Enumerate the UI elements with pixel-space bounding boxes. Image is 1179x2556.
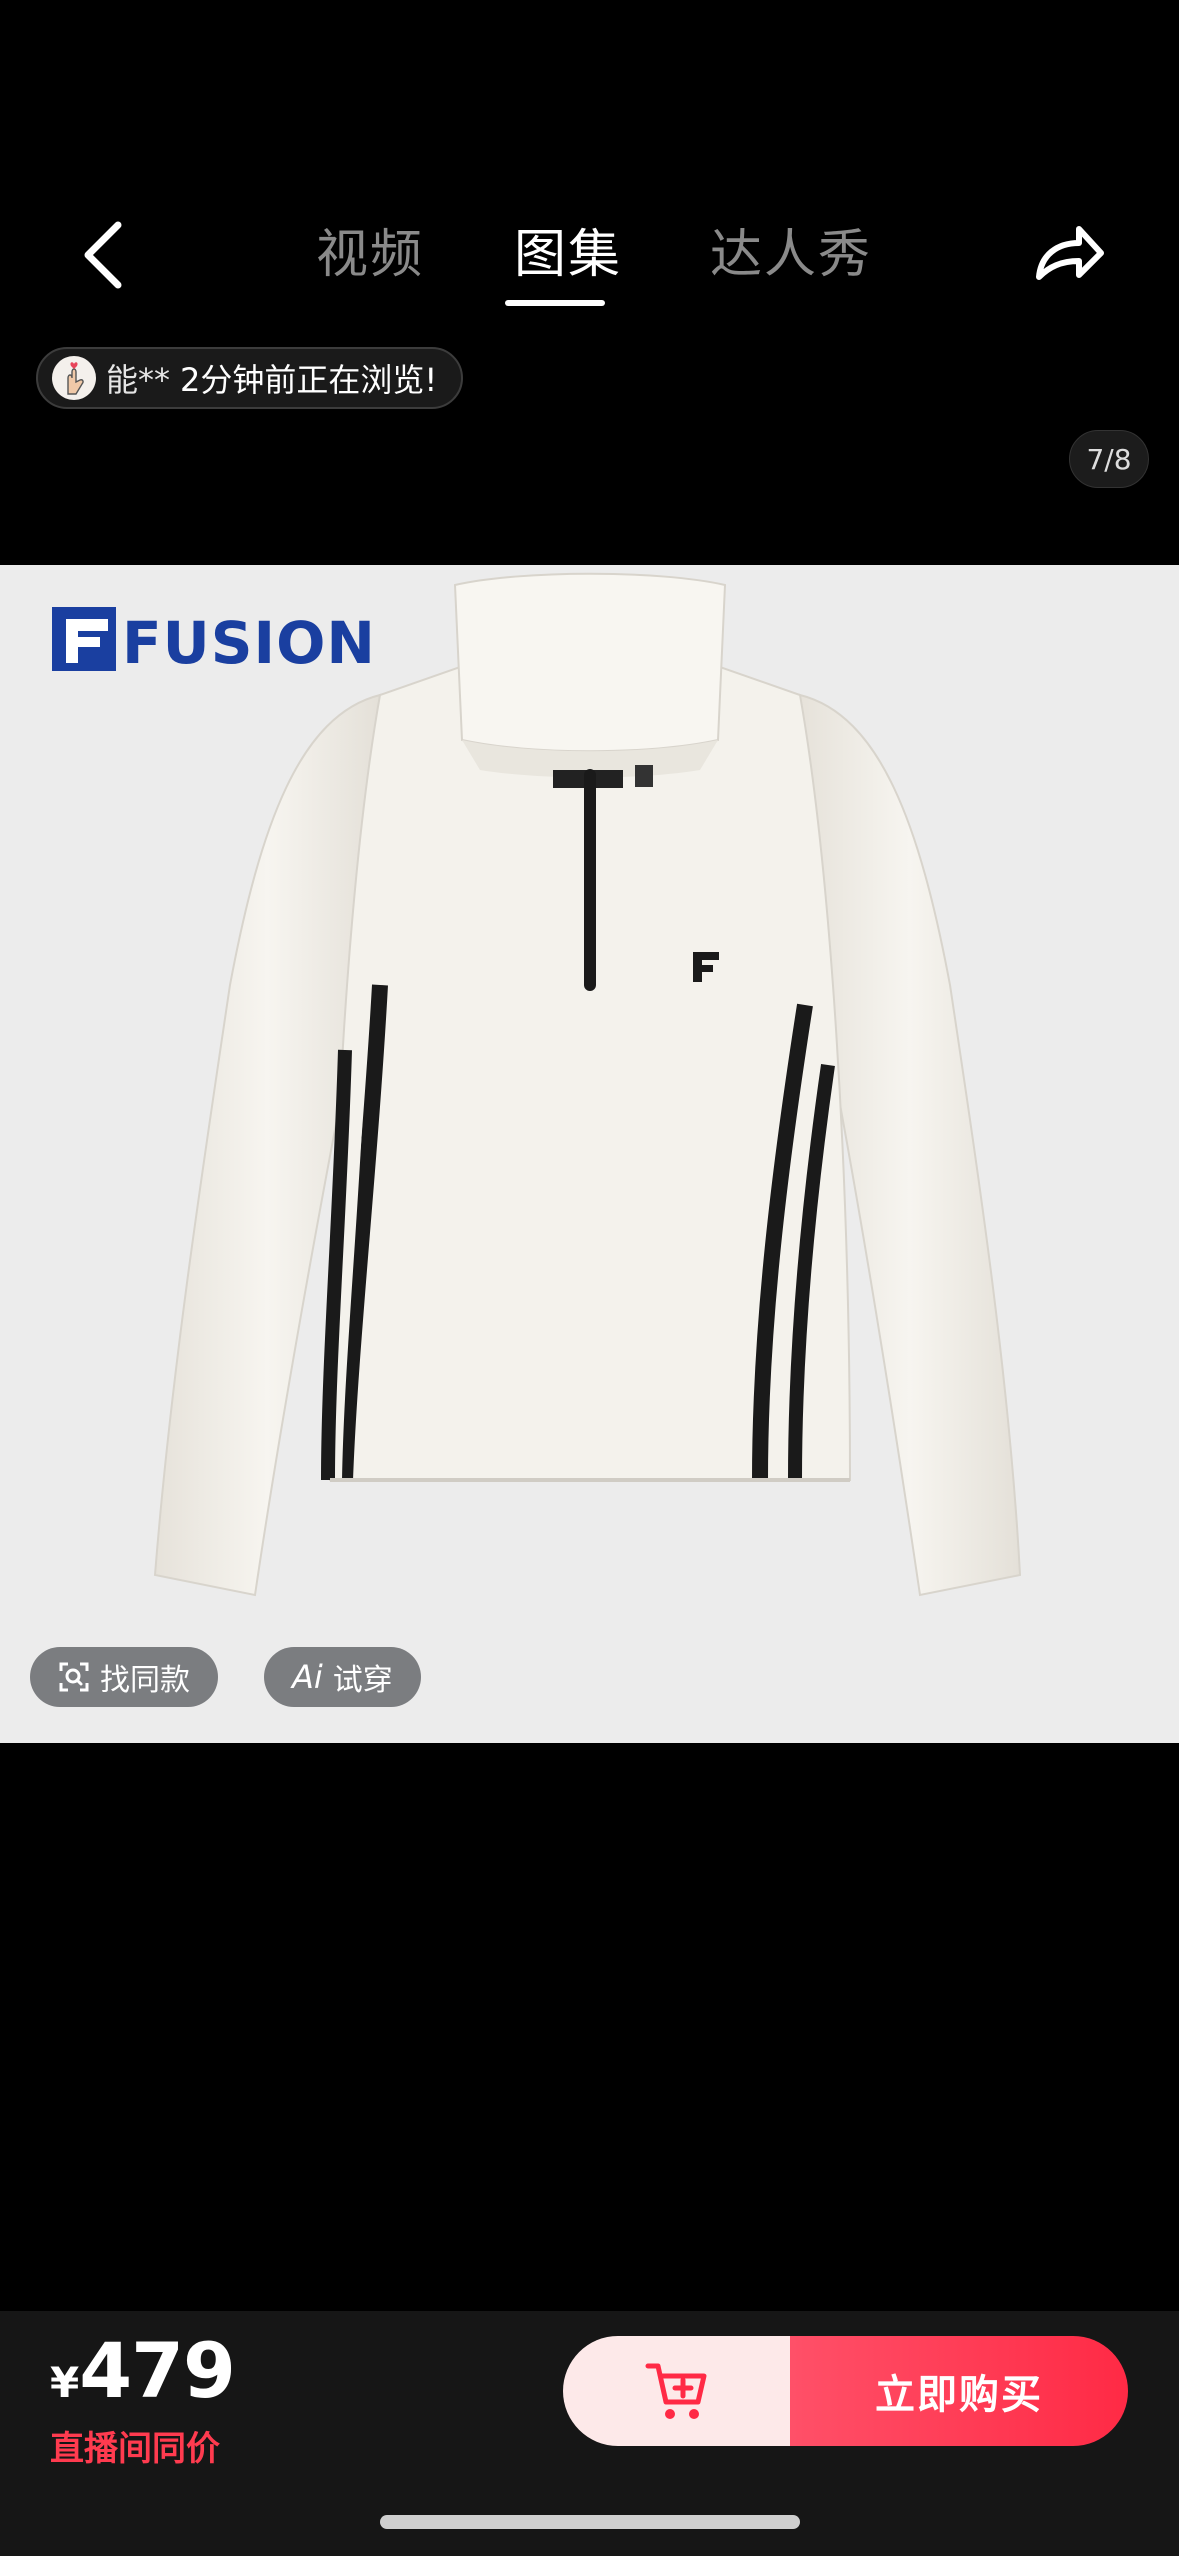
product-image[interactable]: FUSION 找同款 Ai 试穿: [0, 565, 1179, 1743]
tab-showcase[interactable]: 达人秀: [710, 212, 872, 287]
ai-icon: Ai: [292, 1658, 323, 1696]
finger-heart-icon: [67, 362, 84, 395]
share-arrow-icon: [1036, 226, 1104, 280]
avatar: [52, 356, 96, 400]
buy-now-button[interactable]: 立即购买: [790, 2336, 1128, 2446]
product-gallery-page: 视频 图集 达人秀 能** 2分钟前正在浏览! 7/8 FUSION 找同款 A…: [0, 0, 1179, 2556]
cart-add-icon: [645, 2363, 706, 2419]
scan-search-icon: [59, 1662, 89, 1692]
price: ¥ 479: [50, 2326, 236, 2415]
browsing-text: 2分钟前正在浏览!: [180, 361, 438, 399]
share-button[interactable]: [1029, 215, 1109, 295]
price-note: 直播间同价: [50, 2429, 220, 2469]
ai-tryon-button[interactable]: Ai 试穿: [264, 1647, 421, 1707]
price-value: 479: [79, 2326, 236, 2415]
currency-symbol: ¥: [50, 2358, 80, 2407]
media-tabs: 视频 图集 达人秀: [0, 190, 1179, 320]
tab-album[interactable]: 图集: [514, 212, 622, 287]
top-nav: 视频 图集 达人秀: [0, 190, 1179, 320]
browsing-user: 能**: [106, 361, 171, 399]
image-counter: 7/8: [1069, 430, 1149, 488]
tab-video[interactable]: 视频: [316, 212, 424, 287]
find-similar-label: 找同款: [100, 1663, 190, 1698]
find-similar-button[interactable]: 找同款: [30, 1647, 218, 1707]
add-to-cart-button[interactable]: [563, 2336, 790, 2446]
active-tab-indicator: [505, 300, 605, 306]
home-indicator[interactable]: [380, 2515, 800, 2529]
product-shirt-illustration: [153, 572, 1022, 1597]
browsing-notice: 能** 2分钟前正在浏览!: [36, 347, 464, 409]
ai-tryon-label: 试穿: [332, 1663, 393, 1698]
